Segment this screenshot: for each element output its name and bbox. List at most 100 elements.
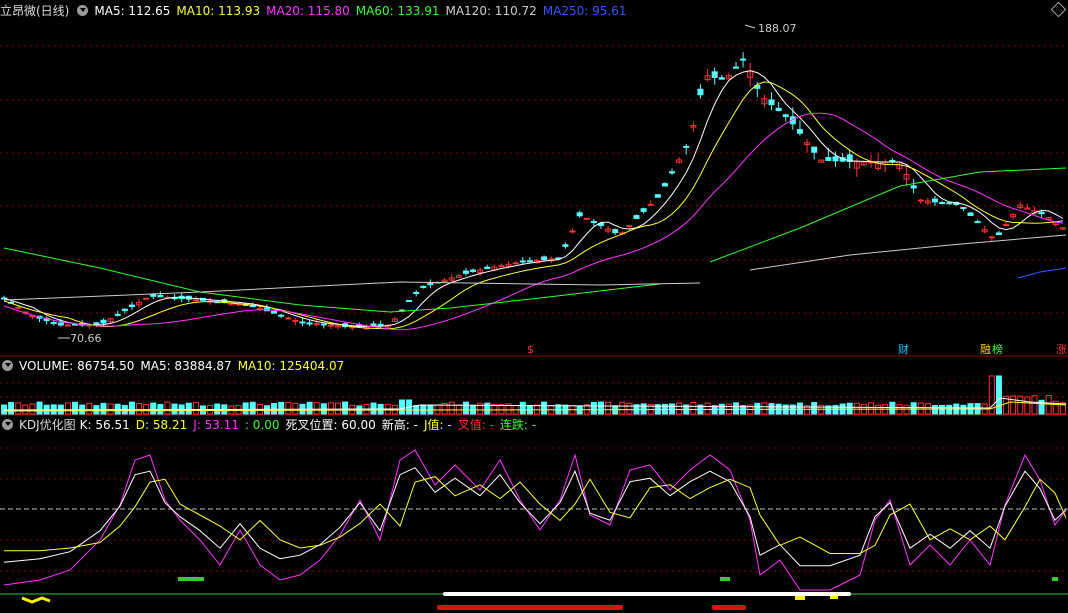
volume-bar <box>150 402 157 415</box>
candle-body <box>775 107 782 112</box>
candle-body <box>562 244 569 247</box>
volume-bar <box>732 402 739 415</box>
volume-bar <box>754 402 761 415</box>
candle-body <box>946 202 953 205</box>
candle-body <box>526 260 533 263</box>
ma-label-0: MA5: 112.65 <box>94 4 171 18</box>
candle-body <box>661 183 668 187</box>
ma250-line <box>1017 267 1067 279</box>
volume-bar <box>484 402 491 415</box>
candle-body <box>484 266 491 270</box>
kdj-j-line <box>3 449 1067 591</box>
volume-bar <box>8 401 15 415</box>
volume-label-0: VOLUME: 86754.50 <box>19 359 135 373</box>
volume-bar <box>1045 395 1052 415</box>
candle-body <box>612 229 619 234</box>
candle-body <box>335 325 342 328</box>
dropdown-icon[interactable] <box>2 360 13 371</box>
volume-bar <box>86 402 93 415</box>
candle-body <box>327 324 334 327</box>
main-header: 立昂微(日线) MA5: 112.65 MA10: 113.93 MA20: 115.… <box>0 2 638 20</box>
volume-bar <box>342 401 349 415</box>
candle-body <box>15 306 22 309</box>
dropdown-icon[interactable] <box>2 419 13 430</box>
ma-label-2: MA20: 115.80 <box>266 4 350 18</box>
volume-bar <box>1031 395 1038 415</box>
candle-body <box>57 322 64 326</box>
candle-body <box>811 146 818 153</box>
kdj-signal-green <box>178 577 204 581</box>
kdj-signal-white <box>443 592 851 596</box>
candle-body <box>995 232 1002 235</box>
chart-canvas[interactable]: 188.07 70.66 <box>0 0 1068 613</box>
volume-bar <box>306 401 313 415</box>
event-billboard-icon[interactable]: 榜 <box>990 343 1005 357</box>
candle-body <box>967 212 974 217</box>
candle-body <box>910 185 917 189</box>
volume-bar <box>868 402 875 415</box>
event-limitup-icon[interactable]: 涨 <box>1054 343 1068 357</box>
kdj-k-line <box>3 467 1067 567</box>
candle-body <box>413 291 420 294</box>
volume-bar <box>448 401 455 415</box>
volume-bar <box>335 402 342 415</box>
volume-bar <box>768 403 775 415</box>
candle-body <box>100 319 107 324</box>
low-price-label: 70.66 <box>70 332 102 345</box>
volume-bar <box>398 399 405 415</box>
volume-bar <box>313 402 320 415</box>
dropdown-icon[interactable] <box>77 5 89 16</box>
candle-body <box>377 323 384 326</box>
volume-bar <box>164 401 171 415</box>
ma120-line <box>749 234 1067 271</box>
volume-bar <box>676 402 683 415</box>
volume-bar <box>626 402 633 415</box>
volume-header: VOLUME: 86754.50 MA5: 83884.87 MA10: 12540… <box>0 357 356 375</box>
volume-bar <box>853 402 860 415</box>
kdj-label-1: D: 58.21 <box>135 418 188 432</box>
candle-body <box>278 314 285 317</box>
kdj-label-6: J值: - <box>423 418 452 432</box>
volume-bar <box>690 402 697 415</box>
candle-body <box>64 324 71 327</box>
kdj-label-7: 叉值: - <box>457 418 494 432</box>
candle-body <box>541 256 548 261</box>
candle-body <box>143 297 150 300</box>
candle-body <box>583 217 590 220</box>
volume-bar <box>1010 395 1017 415</box>
ma-label-1: MA10: 113.93 <box>176 4 261 18</box>
candle-body <box>569 230 576 233</box>
candle-body <box>370 323 377 327</box>
candle-body <box>519 260 526 263</box>
candle-body <box>917 199 924 202</box>
candle-body <box>732 66 739 69</box>
candle-body <box>825 157 832 161</box>
candle-body <box>768 99 775 106</box>
candle-body <box>292 319 299 322</box>
ma10-line <box>3 81 1063 330</box>
volume-bar <box>249 401 256 415</box>
candle-body <box>313 323 320 326</box>
candle-body <box>626 225 633 228</box>
candle-body <box>576 212 583 217</box>
event-finance-icon[interactable]: 财 <box>896 343 911 357</box>
volume-bar <box>242 402 249 415</box>
volume-label-1: MA5: 83884.87 <box>140 359 232 373</box>
candle-body <box>192 299 199 302</box>
candle-body <box>796 129 803 134</box>
candle-body <box>782 114 789 117</box>
event-dollar-icon[interactable]: $ <box>525 343 536 357</box>
volume-bar <box>327 402 334 415</box>
volume-bar <box>15 402 22 415</box>
volume-bar <box>29 403 36 415</box>
volume-bar <box>917 402 924 415</box>
candle-body <box>470 269 477 272</box>
volume-bar <box>171 403 178 415</box>
candle-body <box>50 321 57 324</box>
kdj-label-0: K: 56.51 <box>79 418 130 432</box>
volume-bar <box>640 403 647 415</box>
volume-bar <box>72 401 79 415</box>
volume-bar <box>136 402 143 415</box>
volume-bar <box>846 402 853 415</box>
kdj-label-4: 死叉位置: 60.00 <box>285 418 376 432</box>
